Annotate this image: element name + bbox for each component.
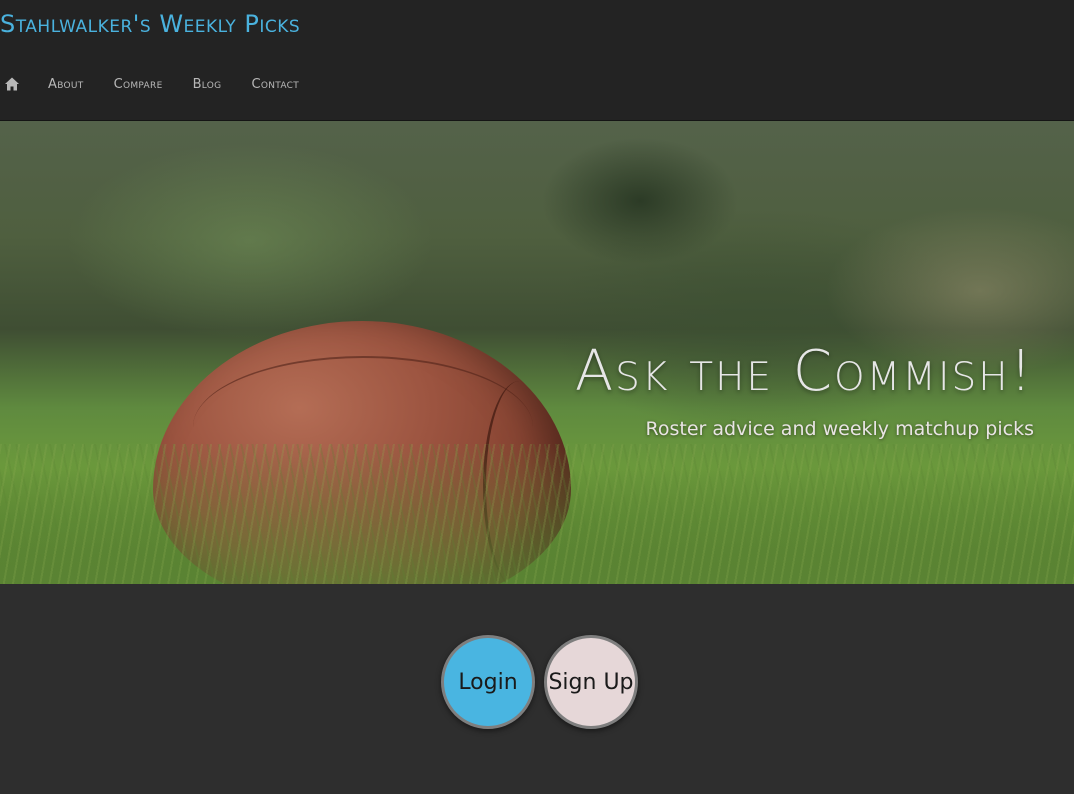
nav-item-blog[interactable]: Blog — [193, 77, 222, 92]
nav-item-contact[interactable]: Contact — [251, 77, 299, 92]
grass-overlay — [0, 444, 1074, 584]
site-title[interactable]: Stahlwalker's Weekly Picks — [0, 10, 300, 38]
hero-subhead: Roster advice and weekly matchup picks — [645, 418, 1034, 440]
home-icon[interactable] — [0, 72, 24, 96]
hero-banner: Ask the Commish! Roster advice and weekl… — [0, 121, 1074, 584]
nav-item-about[interactable]: About — [48, 77, 84, 92]
nav-item-compare[interactable]: Compare — [114, 77, 163, 92]
hero-headline: Ask the Commish! — [574, 339, 1034, 404]
login-button[interactable]: Login — [441, 635, 535, 729]
site-header: Stahlwalker's Weekly Picks About Compare… — [0, 0, 1074, 121]
main-nav: About Compare Blog Contact — [0, 72, 299, 96]
signup-button[interactable]: Sign Up — [544, 635, 638, 729]
